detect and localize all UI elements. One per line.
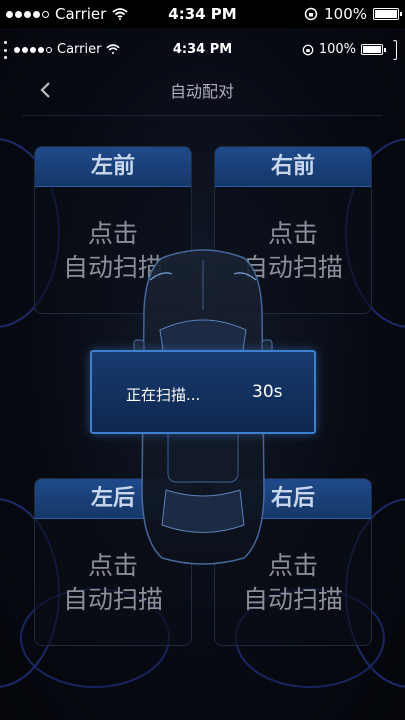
inner-status-bar: Carrier 4:34 PM 100% (0, 38, 405, 62)
inner-status-right: 100% (302, 42, 386, 57)
tire-card-label: 右前 (215, 147, 371, 187)
inner-rotation-lock-icon (302, 44, 314, 55)
battery-icon (373, 8, 402, 20)
inner-battery-percent: 100% (318, 42, 356, 57)
status-right: 100% (304, 5, 402, 23)
scanning-dialog: 正在扫描... 30s (90, 350, 316, 434)
status-bar: Carrier 4:34 PM 100% (0, 0, 405, 28)
scanning-message: 正在扫描... (126, 386, 201, 404)
inner-battery-icon (361, 44, 386, 55)
app-screen: Carrier 4:34 PM 100% 自动配对 左前 点击 自动扫描 右前 … (0, 28, 405, 720)
tire-card-label: 左前 (35, 147, 191, 187)
frame-edge (393, 40, 397, 60)
nav-bar: 自动配对 (22, 64, 382, 116)
page-title: 自动配对 (169, 82, 234, 101)
rotation-lock-icon (304, 7, 318, 21)
countdown-label: 30s (252, 382, 283, 402)
tire-card-line2: 自动扫描 (62, 585, 163, 614)
tire-card-line2: 自动扫描 (242, 585, 343, 614)
battery-percent: 100% (324, 5, 367, 23)
